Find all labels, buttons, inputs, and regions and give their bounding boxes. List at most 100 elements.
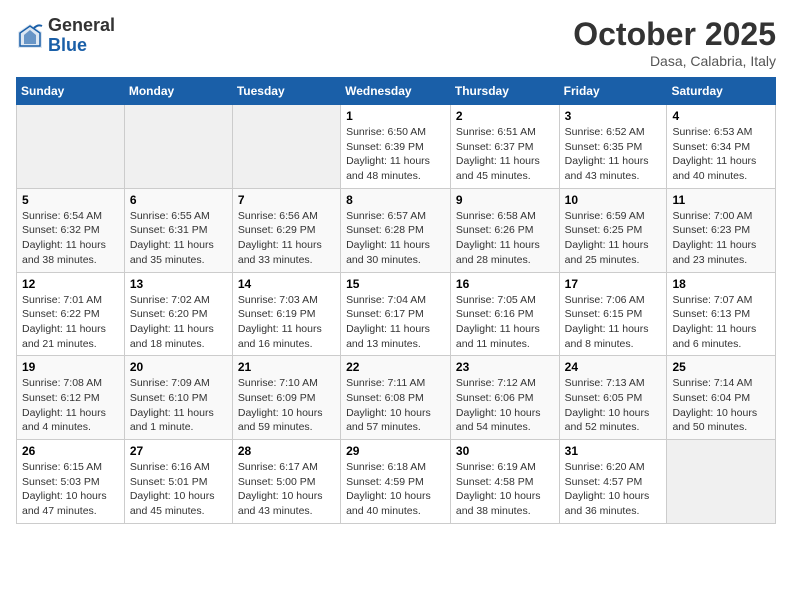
day-number: 18 bbox=[672, 277, 770, 291]
day-number: 24 bbox=[565, 360, 662, 374]
day-number: 7 bbox=[238, 193, 335, 207]
day-number: 21 bbox=[238, 360, 335, 374]
calendar-cell: 7 Sunrise: 6:56 AM Sunset: 6:29 PM Daylig… bbox=[232, 188, 340, 272]
calendar-cell: 23Sunrise: 7:12 AM Sunset: 6:06 PM Dayli… bbox=[450, 356, 559, 440]
calendar-cell bbox=[667, 440, 776, 524]
day-info: Sunrise: 6:52 AM Sunset: 6:35 PM Dayligh… bbox=[565, 125, 662, 184]
calendar-cell: 15 Sunrise: 7:04 AM Sunset: 6:17 PM Dayli… bbox=[341, 272, 451, 356]
calendar-cell: 21 Sunrise: 7:10 AM Sunset: 6:09 PM Dayli… bbox=[232, 356, 340, 440]
calendar-cell: 26Sunrise: 6:15 AM Sunset: 5:03 PM Dayli… bbox=[17, 440, 125, 524]
calendar-cell bbox=[17, 105, 125, 189]
day-info: Sunrise: 6:50 AM Sunset: 6:39 PM Dayligh… bbox=[346, 125, 445, 184]
logo-general-text: General bbox=[48, 15, 115, 35]
calendar-cell: 11Sunrise: 7:00 AM Sunset: 6:23 PM Dayli… bbox=[667, 188, 776, 272]
day-info: Sunrise: 7:12 AM Sunset: 6:06 PM Dayligh… bbox=[456, 376, 554, 435]
day-info: Sunrise: 6:56 AM Sunset: 6:29 PM Dayligh… bbox=[238, 209, 335, 268]
day-number: 14 bbox=[238, 277, 335, 291]
calendar-table: SundayMondayTuesdayWednesdayThursdayFrid… bbox=[16, 77, 776, 524]
day-info: Sunrise: 7:05 AM Sunset: 6:16 PM Dayligh… bbox=[456, 293, 554, 352]
day-info: Sunrise: 7:07 AM Sunset: 6:13 PM Dayligh… bbox=[672, 293, 770, 352]
weekday-header: Wednesday bbox=[341, 78, 451, 105]
day-number: 27 bbox=[130, 444, 227, 458]
day-info: Sunrise: 7:14 AM Sunset: 6:04 PM Dayligh… bbox=[672, 376, 770, 435]
day-number: 2 bbox=[456, 109, 554, 123]
day-info: Sunrise: 7:06 AM Sunset: 6:15 PM Dayligh… bbox=[565, 293, 662, 352]
day-number: 30 bbox=[456, 444, 554, 458]
day-number: 29 bbox=[346, 444, 445, 458]
month-title: October 2025 bbox=[573, 16, 776, 53]
calendar-week-row: 19 Sunrise: 7:08 AM Sunset: 6:12 PM Dayli… bbox=[17, 356, 776, 440]
weekday-header: Saturday bbox=[667, 78, 776, 105]
calendar-cell: 4Sunrise: 6:53 AM Sunset: 6:34 PM Daylig… bbox=[667, 105, 776, 189]
day-info: Sunrise: 7:08 AM Sunset: 6:12 PM Dayligh… bbox=[22, 376, 119, 435]
day-info: Sunrise: 7:01 AM Sunset: 6:22 PM Dayligh… bbox=[22, 293, 119, 352]
calendar-cell: 29 Sunrise: 6:18 AM Sunset: 4:59 PM Dayli… bbox=[341, 440, 451, 524]
day-number: 11 bbox=[672, 193, 770, 207]
day-number: 22 bbox=[346, 360, 445, 374]
day-info: Sunrise: 7:04 AM Sunset: 6:17 PM Dayligh… bbox=[346, 293, 445, 352]
calendar-cell: 31 Sunrise: 6:20 AM Sunset: 4:57 PM Dayli… bbox=[559, 440, 667, 524]
day-info: Sunrise: 6:55 AM Sunset: 6:31 PM Dayligh… bbox=[130, 209, 227, 268]
calendar-week-row: 5 Sunrise: 6:54 AM Sunset: 6:32 PM Daylig… bbox=[17, 188, 776, 272]
weekday-header: Sunday bbox=[17, 78, 125, 105]
day-number: 3 bbox=[565, 109, 662, 123]
calendar-week-row: 26Sunrise: 6:15 AM Sunset: 5:03 PM Dayli… bbox=[17, 440, 776, 524]
calendar-cell: 2 Sunrise: 6:51 AM Sunset: 6:37 PM Daylig… bbox=[450, 105, 559, 189]
calendar-cell: 27 Sunrise: 6:16 AM Sunset: 5:01 PM Dayli… bbox=[124, 440, 232, 524]
day-number: 19 bbox=[22, 360, 119, 374]
day-number: 20 bbox=[130, 360, 227, 374]
day-info: Sunrise: 7:03 AM Sunset: 6:19 PM Dayligh… bbox=[238, 293, 335, 352]
day-info: Sunrise: 7:13 AM Sunset: 6:05 PM Dayligh… bbox=[565, 376, 662, 435]
calendar-cell: 12Sunrise: 7:01 AM Sunset: 6:22 PM Dayli… bbox=[17, 272, 125, 356]
day-info: Sunrise: 6:57 AM Sunset: 6:28 PM Dayligh… bbox=[346, 209, 445, 268]
calendar-cell: 30Sunrise: 6:19 AM Sunset: 4:58 PM Dayli… bbox=[450, 440, 559, 524]
day-info: Sunrise: 7:10 AM Sunset: 6:09 PM Dayligh… bbox=[238, 376, 335, 435]
day-number: 15 bbox=[346, 277, 445, 291]
day-info: Sunrise: 6:59 AM Sunset: 6:25 PM Dayligh… bbox=[565, 209, 662, 268]
calendar-cell: 25 Sunrise: 7:14 AM Sunset: 6:04 PM Dayli… bbox=[667, 356, 776, 440]
day-info: Sunrise: 6:20 AM Sunset: 4:57 PM Dayligh… bbox=[565, 460, 662, 519]
day-number: 25 bbox=[672, 360, 770, 374]
calendar-cell: 20Sunrise: 7:09 AM Sunset: 6:10 PM Dayli… bbox=[124, 356, 232, 440]
calendar-cell: 8 Sunrise: 6:57 AM Sunset: 6:28 PM Daylig… bbox=[341, 188, 451, 272]
calendar-cell bbox=[124, 105, 232, 189]
location-text: Dasa, Calabria, Italy bbox=[573, 53, 776, 69]
day-number: 16 bbox=[456, 277, 554, 291]
day-number: 6 bbox=[130, 193, 227, 207]
calendar-cell: 13Sunrise: 7:02 AM Sunset: 6:20 PM Dayli… bbox=[124, 272, 232, 356]
day-info: Sunrise: 6:16 AM Sunset: 5:01 PM Dayligh… bbox=[130, 460, 227, 519]
day-info: Sunrise: 6:17 AM Sunset: 5:00 PM Dayligh… bbox=[238, 460, 335, 519]
logo-icon bbox=[16, 22, 44, 50]
header-row: SundayMondayTuesdayWednesdayThursdayFrid… bbox=[17, 78, 776, 105]
day-number: 8 bbox=[346, 193, 445, 207]
calendar-week-row: 12Sunrise: 7:01 AM Sunset: 6:22 PM Dayli… bbox=[17, 272, 776, 356]
calendar-cell: 9Sunrise: 6:58 AM Sunset: 6:26 PM Daylig… bbox=[450, 188, 559, 272]
day-number: 31 bbox=[565, 444, 662, 458]
day-info: Sunrise: 6:51 AM Sunset: 6:37 PM Dayligh… bbox=[456, 125, 554, 184]
day-number: 26 bbox=[22, 444, 119, 458]
day-number: 10 bbox=[565, 193, 662, 207]
day-number: 13 bbox=[130, 277, 227, 291]
calendar-cell: 19 Sunrise: 7:08 AM Sunset: 6:12 PM Dayli… bbox=[17, 356, 125, 440]
day-number: 5 bbox=[22, 193, 119, 207]
weekday-header: Thursday bbox=[450, 78, 559, 105]
page-header: General Blue October 2025 Dasa, Calabria… bbox=[16, 16, 776, 69]
day-info: Sunrise: 6:18 AM Sunset: 4:59 PM Dayligh… bbox=[346, 460, 445, 519]
calendar-cell: 14 Sunrise: 7:03 AM Sunset: 6:19 PM Dayli… bbox=[232, 272, 340, 356]
day-number: 1 bbox=[346, 109, 445, 123]
weekday-header: Monday bbox=[124, 78, 232, 105]
calendar-cell: 5 Sunrise: 6:54 AM Sunset: 6:32 PM Daylig… bbox=[17, 188, 125, 272]
calendar-week-row: 1 Sunrise: 6:50 AM Sunset: 6:39 PM Daylig… bbox=[17, 105, 776, 189]
logo: General Blue bbox=[16, 16, 115, 56]
calendar-cell: 6 Sunrise: 6:55 AM Sunset: 6:31 PM Daylig… bbox=[124, 188, 232, 272]
day-number: 9 bbox=[456, 193, 554, 207]
day-info: Sunrise: 6:54 AM Sunset: 6:32 PM Dayligh… bbox=[22, 209, 119, 268]
calendar-cell: 1 Sunrise: 6:50 AM Sunset: 6:39 PM Daylig… bbox=[341, 105, 451, 189]
calendar-cell: 24 Sunrise: 7:13 AM Sunset: 6:05 PM Dayli… bbox=[559, 356, 667, 440]
day-info: Sunrise: 6:53 AM Sunset: 6:34 PM Dayligh… bbox=[672, 125, 770, 184]
weekday-header: Friday bbox=[559, 78, 667, 105]
title-block: October 2025 Dasa, Calabria, Italy bbox=[573, 16, 776, 69]
calendar-cell: 17Sunrise: 7:06 AM Sunset: 6:15 PM Dayli… bbox=[559, 272, 667, 356]
calendar-cell: 18 Sunrise: 7:07 AM Sunset: 6:13 PM Dayli… bbox=[667, 272, 776, 356]
calendar-cell bbox=[232, 105, 340, 189]
